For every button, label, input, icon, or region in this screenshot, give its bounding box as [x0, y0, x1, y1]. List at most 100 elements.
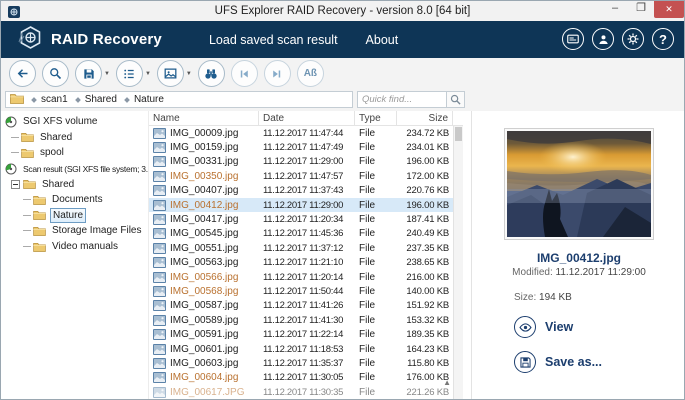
breadcrumb-item-Shared[interactable]: Shared [76, 94, 117, 105]
maximize-button[interactable]: ❐ [628, 1, 654, 18]
previous-item-button[interactable] [231, 60, 258, 87]
collapse-toggle-icon[interactable] [11, 180, 20, 189]
save-as-button[interactable]: Save as... [514, 351, 685, 373]
tree-item-spool[interactable]: spool [1, 145, 148, 161]
scrollbar-thumb[interactable] [455, 127, 462, 141]
view-button[interactable]: View [514, 316, 685, 338]
license-card-icon [566, 32, 580, 46]
quick-find-input[interactable] [357, 91, 446, 108]
window-controls: – ❐ ✕ [602, 1, 684, 21]
brand: RAID Recovery [17, 24, 162, 56]
tree-line [23, 215, 31, 216]
encoding-button[interactable]: Aß [297, 60, 324, 87]
tree-item-nature[interactable]: Nature [1, 208, 148, 224]
tree-item-documents[interactable]: Documents [1, 192, 148, 208]
table-row[interactable]: IMG_00617.JPG11.12.2017 11:30:35File221.… [149, 385, 463, 399]
table-row[interactable]: IMG_00604.jpg11.12.2017 11:30:05File176.… [149, 371, 463, 385]
preview-thumbnail[interactable] [504, 128, 654, 240]
magnifier-icon [450, 94, 461, 105]
file-list-scrollbar[interactable] [453, 126, 463, 400]
size-label: Size: [514, 292, 536, 303]
breadcrumb[interactable]: scan1 Shared Nature [5, 91, 353, 108]
table-row[interactable]: IMG_00589.jpg11.12.2017 11:41:30File153.… [149, 313, 463, 327]
close-button[interactable]: ✕ [654, 1, 684, 18]
table-row[interactable]: IMG_00009.jpg11.12.2017 11:47:44File234.… [149, 126, 463, 140]
dropdown-caret-icon[interactable]: ▼ [104, 71, 110, 77]
table-row[interactable]: IMG_00407.jpg11.12.2017 11:37:43File220.… [149, 184, 463, 198]
brand-name: RAID Recovery [51, 31, 162, 48]
image-file-icon [153, 358, 166, 369]
binoculars-icon [203, 66, 219, 82]
folder-tree: SGI XFS volumeSharedspoolScan result (SG… [1, 111, 149, 400]
table-row[interactable]: IMG_00601.jpg11.12.2017 11:18:53File164.… [149, 342, 463, 356]
image-file-icon [153, 171, 166, 182]
image-file-icon [153, 128, 166, 139]
settings-gear-button[interactable] [622, 28, 644, 50]
app-window: UFS Explorer RAID Recovery - version 8.0… [0, 0, 685, 400]
tree-item-storage[interactable]: Storage Image Files [1, 223, 148, 239]
table-row[interactable]: IMG_00545.jpg11.12.2017 11:45:36File240.… [149, 227, 463, 241]
table-row[interactable]: IMG_00591.jpg11.12.2017 11:22:14File189.… [149, 327, 463, 341]
table-row[interactable]: IMG_00587.jpg11.12.2017 11:41:26File151.… [149, 299, 463, 313]
save-icon [514, 351, 536, 373]
column-header-type[interactable]: Type [355, 111, 397, 126]
image-tools-button[interactable] [157, 60, 184, 87]
dropdown-caret-icon[interactable]: ▼ [145, 71, 151, 77]
table-row[interactable]: IMG_00159.jpg11.12.2017 11:47:49File234.… [149, 140, 463, 154]
previous-icon [237, 67, 251, 81]
file-list-rows: IMG_00009.jpg11.12.2017 11:47:44File234.… [149, 126, 463, 399]
minimize-button[interactable]: – [602, 1, 628, 18]
column-header-name[interactable]: Name [149, 111, 259, 126]
tree-item-sgi[interactable]: SGI XFS volume [1, 114, 148, 130]
column-header-size[interactable]: Size [397, 111, 453, 126]
table-row[interactable]: IMG_00566.jpg11.12.2017 11:20:14File216.… [149, 270, 463, 284]
quick-find-search-button[interactable] [446, 91, 465, 108]
dropdown-caret-icon[interactable]: ▼ [186, 71, 192, 77]
tree-line [23, 199, 31, 200]
menu-about[interactable]: About [366, 33, 399, 47]
breadcrumb-item-scan1[interactable]: scan1 [32, 94, 68, 105]
search-button[interactable] [42, 60, 69, 87]
title-bar: UFS Explorer RAID Recovery - version 8.0… [1, 1, 684, 21]
preview-size: Size: 194 KB [472, 292, 685, 303]
image-tools-icon [163, 66, 178, 81]
image-file-icon [153, 387, 166, 398]
next-item-button[interactable] [264, 60, 291, 87]
content-area: SGI XFS volumeSharedspoolScan result (SG… [1, 111, 684, 400]
help-button[interactable]: ? [652, 28, 674, 50]
tree-item-shared[interactable]: Shared [1, 176, 148, 192]
breadcrumb-item-Nature[interactable]: Nature [125, 94, 164, 105]
image-file-icon [153, 156, 166, 167]
menu-load-saved-scan-result[interactable]: Load saved scan result [209, 33, 338, 47]
user-account-button[interactable] [592, 28, 614, 50]
main-menu: Load saved scan result About [209, 33, 398, 47]
view-options-button[interactable] [116, 60, 143, 87]
back-button[interactable] [9, 60, 36, 87]
table-row[interactable]: IMG_00551.jpg11.12.2017 11:37:12File237.… [149, 241, 463, 255]
path-row: scan1 Shared Nature [1, 89, 684, 111]
tree-line [23, 230, 31, 231]
view-label: View [545, 320, 573, 334]
table-row[interactable]: IMG_00412.jpg11.12.2017 11:29:00File196.… [149, 198, 463, 212]
table-row[interactable]: IMG_00568.jpg11.12.2017 11:50:44File140.… [149, 284, 463, 298]
table-row[interactable]: IMG_00417.jpg11.12.2017 11:20:34File187.… [149, 212, 463, 226]
save-scan-button[interactable] [75, 60, 102, 87]
breadcrumb-separator-icon [124, 97, 130, 103]
quick-find [357, 91, 465, 108]
find-button[interactable] [198, 60, 225, 87]
tree-item-scan[interactable]: Scan result (SGI XFS file system; 3.72 G… [1, 161, 148, 177]
scroll-up-indicator[interactable]: ▲ [443, 378, 451, 387]
save-icon [82, 67, 96, 81]
tree-line [11, 152, 19, 153]
table-row[interactable]: IMG_00603.jpg11.12.2017 11:35:37File115.… [149, 356, 463, 370]
preview-modified: Modified: 11.12.2017 11:29:00 [472, 267, 685, 278]
table-row[interactable]: IMG_00331.jpg11.12.2017 11:29:00File196.… [149, 155, 463, 169]
table-row[interactable]: IMG_00350.jpg11.12.2017 11:47:57File172.… [149, 169, 463, 183]
folder-icon [33, 210, 46, 220]
tree-item-video[interactable]: Video manuals [1, 239, 148, 255]
image-file-icon [153, 272, 166, 283]
table-row[interactable]: IMG_00563.jpg11.12.2017 11:21:10File238.… [149, 256, 463, 270]
tree-item-shared[interactable]: Shared [1, 130, 148, 146]
license-card-button[interactable] [562, 28, 584, 50]
column-header-date[interactable]: Date [259, 111, 355, 126]
